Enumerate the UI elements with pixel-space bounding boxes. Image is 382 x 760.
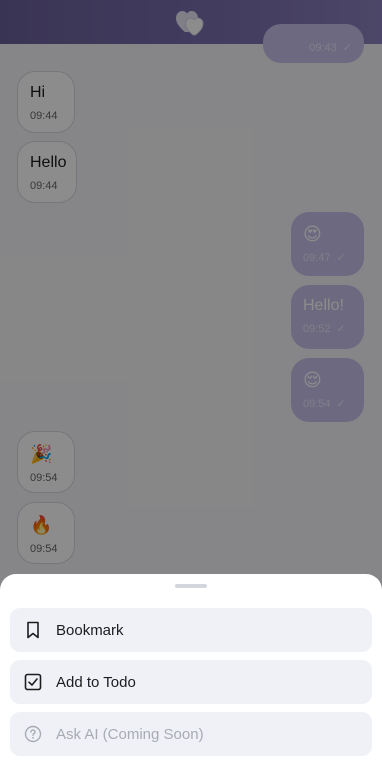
sheet-drag-handle[interactable]: [175, 584, 207, 588]
action-label: Bookmark: [56, 621, 124, 639]
action-label: Ask AI (Coming Soon): [56, 725, 204, 743]
chat-screen: 09:43 ✓ Hi 09:44 Hello 09:44 😍 09:47 ✓ Hel…: [0, 0, 382, 760]
message-actions-sheet: Bookmark Add to Todo Ask AI (Coming Soon…: [0, 574, 382, 760]
add-to-todo-button[interactable]: Add to Todo: [10, 660, 372, 704]
bookmark-icon: [27, 621, 39, 639]
bookmark-button[interactable]: Bookmark: [10, 608, 372, 652]
checkbox-icon: [24, 673, 42, 691]
question-circle-icon: [24, 725, 42, 743]
ask-ai-button[interactable]: Ask AI (Coming Soon): [10, 712, 372, 756]
action-label: Add to Todo: [56, 673, 136, 691]
